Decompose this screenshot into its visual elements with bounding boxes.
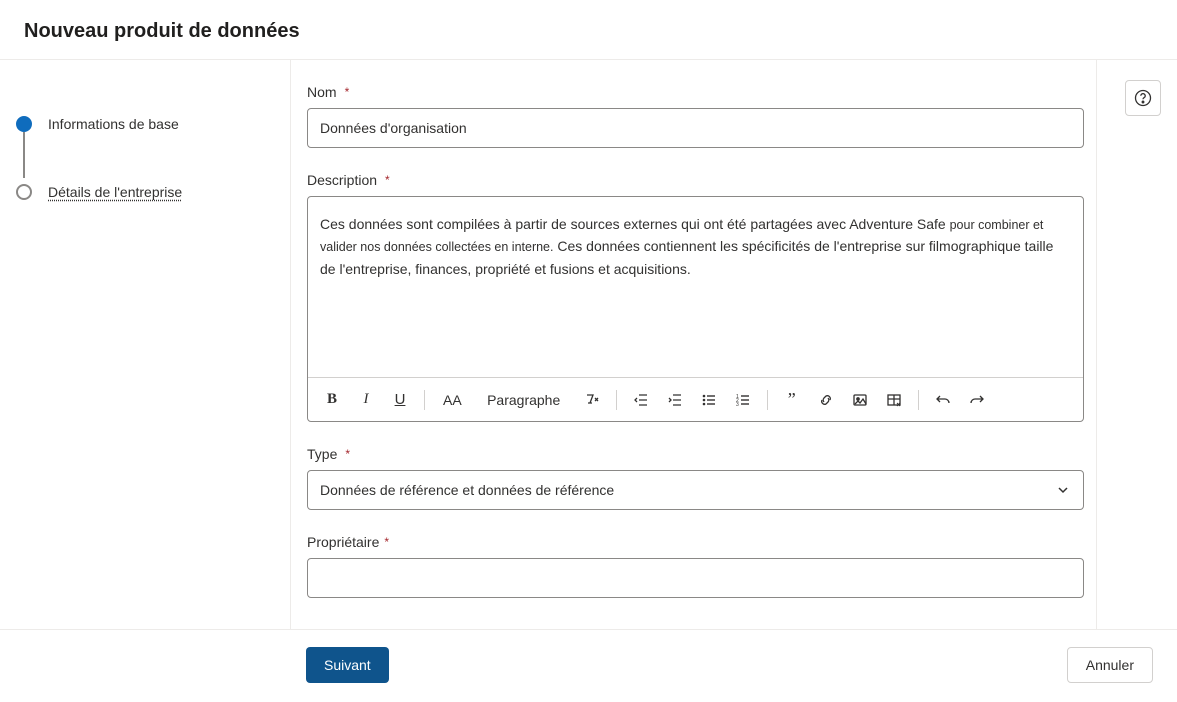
- font-size-button[interactable]: AA: [433, 384, 472, 416]
- form-panel: Nom * Description * Ces données sont com…: [290, 60, 1097, 629]
- step-basic-info[interactable]: Informations de base: [16, 108, 274, 140]
- step-connector: [23, 132, 25, 178]
- cancel-button[interactable]: Annuler: [1067, 647, 1153, 683]
- required-indicator: *: [345, 447, 350, 461]
- field-description: Description * Ces données sont compilées…: [307, 172, 1084, 422]
- underline-icon: U: [395, 391, 406, 408]
- svg-text:3: 3: [736, 402, 739, 408]
- italic-icon: I: [364, 391, 369, 408]
- description-label: Description: [307, 172, 377, 188]
- help-icon: [1134, 89, 1152, 107]
- underline-button[interactable]: U: [384, 384, 416, 416]
- step-active-icon: [16, 116, 32, 132]
- redo-button[interactable]: [961, 384, 993, 416]
- italic-button[interactable]: I: [350, 384, 382, 416]
- required-indicator: *: [385, 173, 390, 187]
- toolbar-separator: [767, 390, 768, 410]
- field-type: Type * Données de référence et données d…: [307, 446, 1084, 510]
- image-icon: [852, 392, 868, 408]
- owner-label: Propriétaire: [307, 534, 379, 550]
- rte-toolbar: B I U AA Paragraphe: [308, 377, 1083, 421]
- type-label: Type: [307, 446, 337, 462]
- link-icon: [818, 392, 834, 408]
- footer: Suivant Annuler: [0, 630, 1177, 700]
- next-button[interactable]: Suivant: [306, 647, 389, 683]
- description-input[interactable]: Ces données sont compilées à partir de s…: [308, 197, 1083, 377]
- undo-icon: [935, 392, 951, 408]
- required-indicator: *: [384, 535, 389, 549]
- step-label: Détails de l'entreprise: [48, 184, 182, 200]
- outdent-button[interactable]: [625, 384, 657, 416]
- toolbar-separator: [616, 390, 617, 410]
- name-label: Nom: [307, 84, 337, 100]
- field-owner: Propriétaire *: [307, 534, 1084, 598]
- quote-icon: ”: [788, 389, 796, 410]
- step-inactive-icon: [16, 184, 32, 200]
- bullet-list-icon: [701, 392, 717, 408]
- numbered-list-icon: 123: [735, 392, 751, 408]
- table-icon: [886, 392, 902, 408]
- redo-icon: [969, 392, 985, 408]
- type-value: Données de référence et données de référ…: [320, 482, 614, 498]
- paragraph-style-button[interactable]: Paragraphe: [474, 384, 574, 416]
- indent-icon: [667, 392, 683, 408]
- clear-format-icon: [584, 392, 600, 408]
- outdent-icon: [633, 392, 649, 408]
- step-label: Informations de base: [48, 116, 179, 132]
- help-panel: [1097, 60, 1177, 629]
- quote-button[interactable]: ”: [776, 384, 808, 416]
- name-input[interactable]: [307, 108, 1084, 148]
- bullet-list-button[interactable]: [693, 384, 725, 416]
- steps-nav: Informations de base Détails de l'entrep…: [0, 60, 290, 629]
- toolbar-separator: [918, 390, 919, 410]
- undo-button[interactable]: [927, 384, 959, 416]
- type-select[interactable]: Données de référence et données de référ…: [307, 470, 1084, 510]
- page-header: Nouveau produit de données: [0, 0, 1177, 60]
- page-title: Nouveau produit de données: [24, 20, 1153, 43]
- rich-text-editor: Ces données sont compilées à partir de s…: [307, 196, 1084, 422]
- step-company-details[interactable]: Détails de l'entreprise: [16, 176, 274, 208]
- bold-button[interactable]: B: [316, 384, 348, 416]
- field-name: Nom *: [307, 84, 1084, 148]
- numbered-list-button[interactable]: 123: [727, 384, 759, 416]
- clear-format-button[interactable]: [576, 384, 608, 416]
- required-indicator: *: [345, 85, 350, 99]
- link-button[interactable]: [810, 384, 842, 416]
- toolbar-separator: [424, 390, 425, 410]
- indent-button[interactable]: [659, 384, 691, 416]
- table-button[interactable]: [878, 384, 910, 416]
- help-button[interactable]: [1125, 80, 1161, 116]
- owner-input[interactable]: [307, 558, 1084, 598]
- bold-icon: B: [327, 391, 337, 408]
- image-button[interactable]: [844, 384, 876, 416]
